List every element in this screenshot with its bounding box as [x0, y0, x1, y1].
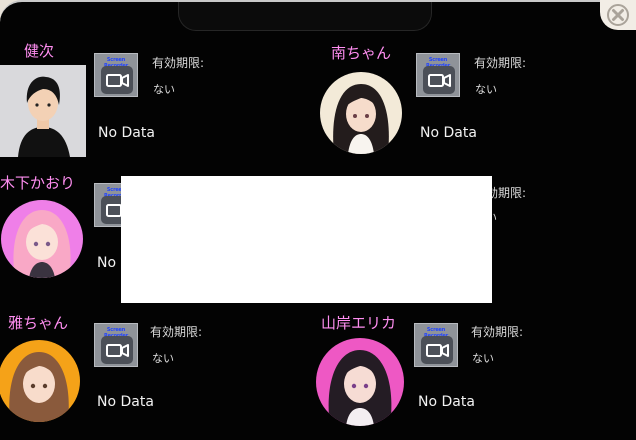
video-camera-icon[interactable]: Screen Recorder [414, 323, 458, 367]
close-icon[interactable] [600, 0, 636, 30]
expiry-value: ない [153, 83, 175, 96]
expiry-label: 有効期限: [150, 325, 203, 339]
data-status: No Data [420, 125, 477, 141]
video-camera-icon[interactable]: Screen Recorder [416, 53, 460, 97]
expiry-label: 有効期限: [152, 56, 205, 70]
character-name: 山岸エリカ [321, 314, 397, 332]
data-status: No Data [97, 394, 154, 410]
avatar [320, 72, 402, 154]
character-list-panel: 健次 Screen Recorder 有効期限: ない No Data 南ちゃん [0, 0, 636, 440]
redaction-overlay [121, 176, 492, 303]
top-notch [178, 2, 432, 31]
avatar [0, 65, 86, 157]
avatar [316, 338, 404, 426]
avatar [1, 200, 83, 278]
avatar [0, 340, 80, 422]
video-camera-icon[interactable]: Screen Recorder [94, 323, 138, 367]
expiry-value: ない [472, 352, 494, 365]
character-name: 木下かおり [0, 174, 76, 192]
character-name: 雅ちゃん [8, 314, 69, 332]
character-name: 南ちゃん [331, 44, 392, 62]
data-status: No Data [418, 394, 475, 410]
expiry-value: ない [152, 352, 174, 365]
character-name: 健次 [24, 42, 55, 60]
video-camera-icon[interactable]: Screen Recorder [94, 53, 138, 97]
data-status: No [97, 255, 117, 271]
expiry-label: 有効期限: [471, 325, 524, 339]
data-status: No Data [98, 125, 155, 141]
expiry-label: 有効期限: [474, 56, 527, 70]
expiry-value: ない [475, 83, 497, 96]
